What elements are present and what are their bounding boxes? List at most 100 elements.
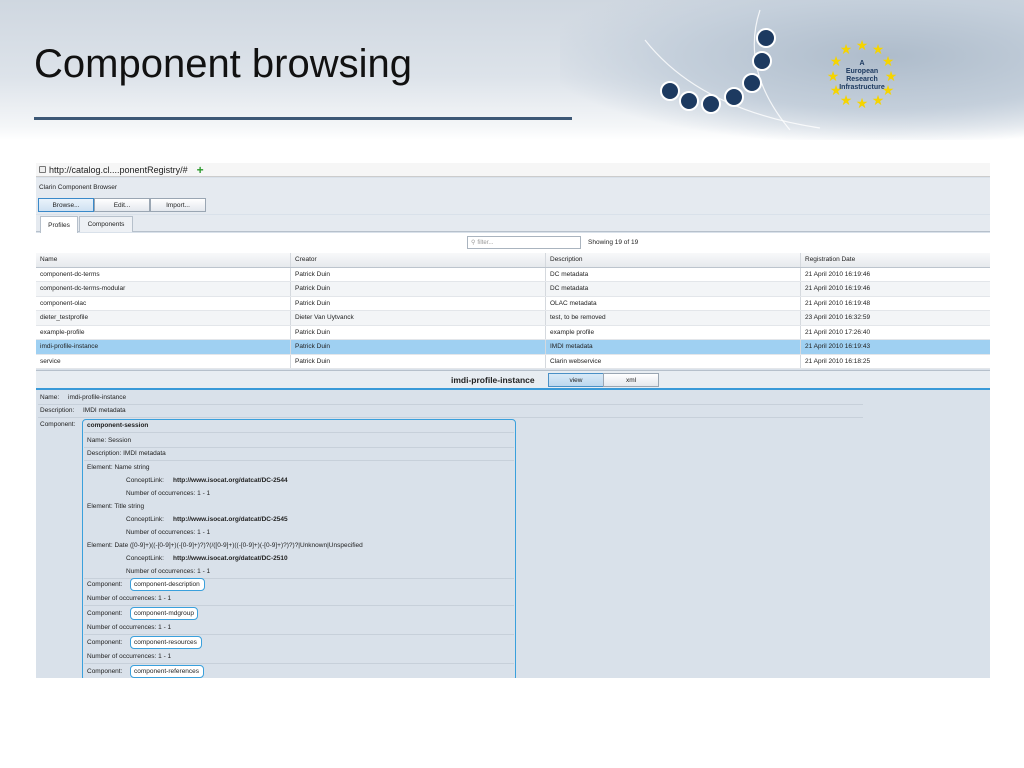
cell-creator: Patrick Duin [291,354,546,368]
title-underline [34,117,572,120]
selected-profile-name: imdi-profile-instance [451,375,535,385]
cell-name: imdi-profile-instance [36,340,291,354]
divider [38,404,863,405]
browser-screenshot: http://catalog.cl....ponentRegistry/# + … [36,163,990,678]
cell-description: DC metadata [546,282,801,296]
logo-line: Research [846,76,878,83]
cell-description: test, to be removed [546,311,801,325]
cell-description: OLAC metadata [546,296,801,310]
table-row[interactable]: dieter_testprofile Dieter Van Uytvanck t… [36,311,990,326]
element-occurrences: Number of occurrences: 1 - 1 [126,568,211,575]
column-header-creator[interactable]: Creator [291,253,546,267]
subcomponent-occurrences: Number of occurrences: 1 - 1 [87,653,172,660]
concept-link-url[interactable]: http://www.isocat.org/datcat/DC-2510 [173,555,288,562]
column-header-name[interactable]: Name [36,253,291,267]
toolbar: Browse... Edit... Import... [36,196,990,214]
cell-name: component-olac [36,296,291,310]
concept-link-url[interactable]: http://www.isocat.org/datcat/DC-2544 [173,477,288,484]
filter-input[interactable]: ⚲ filter... [467,236,581,249]
browse-button[interactable]: Browse... [38,198,94,212]
cell-date: 23 April 2010 16:32:59 [805,314,871,322]
element-heading: Element: Name string [87,464,150,471]
element-occurrences: Number of occurrences: 1 - 1 [126,529,211,536]
subcomponent-description-pill[interactable]: component-description [130,578,205,591]
divider [84,447,514,448]
logo-line: Infrastructure [839,84,885,91]
detail-component-label: Component: [40,421,76,428]
cell-creator: Patrick Duin [291,340,546,354]
table-row[interactable]: component-olac Patrick Duin OLAC metadat… [36,296,990,311]
subcomponent-resources-pill[interactable]: component-resources [130,636,202,649]
divider [84,663,514,664]
element-heading: Element: Title string [87,503,145,510]
cell-name: component-dc-terms [36,267,291,281]
tab-profiles[interactable]: Profiles [40,216,78,233]
concept-link-label: ConceptLink: [126,555,164,562]
subcomponent-mdgroup-pill[interactable]: component-mdgroup [130,607,198,620]
showing-count: Showing 19 of 19 [588,239,639,246]
cell-name: example-profile [36,325,291,339]
subcomponent-label: Component: [87,610,123,617]
cell-name: dieter_testprofile [36,311,291,325]
cell-creator: Patrick Duin [291,325,546,339]
table-row-selected[interactable]: imdi-profile-instance Patrick Duin IMDI … [36,340,990,355]
filter-placeholder: filter... [477,239,494,246]
table-row[interactable]: service Patrick Duin Clarin webservice 2… [36,354,990,369]
subcomponent-label: Component: [87,581,123,588]
subcomponent-references-pill[interactable]: component-references [130,665,204,678]
filter-row: ⚲ filter... Showing 19 of 19 [36,233,990,253]
cell-date: 21 April 2010 17:26:40 [805,328,871,336]
page-favicon-icon [39,166,46,173]
cell-description: IMDI metadata [546,340,801,354]
detail-name-label: Name: [40,394,60,401]
divider [84,634,514,635]
profile-detail-panel: Name: imdi-profile-instance Description:… [36,392,990,678]
europe-map-background [560,0,1024,140]
address-bar: http://catalog.cl....ponentRegistry/# + [36,163,990,177]
cell-date: 21 April 2010 16:19:43 [805,343,871,351]
concept-link-url[interactable]: http://www.isocat.org/datcat/DC-2545 [173,516,288,523]
app-title: Clarin Component Browser [39,183,118,191]
slide: ★ ★ ★ ★ ★ ★ ★ ★ ★ ★ ★ ★ A European Resea… [0,0,1024,768]
view-button[interactable]: view [548,373,604,387]
divider [84,432,514,433]
cell-creator: Patrick Duin [291,282,546,296]
view-splitter-bar: imdi-profile-instance view xml [36,370,990,390]
import-button[interactable]: Import... [150,198,206,212]
table-row[interactable]: component-dc-terms Patrick Duin DC metad… [36,267,990,282]
edit-button[interactable]: Edit... [94,198,150,212]
cell-name: service [36,354,291,368]
component-session-title: component-session [87,422,149,429]
cell-date: 21 April 2010 16:19:46 [805,270,871,278]
subcomponent-label: Component: [87,668,123,675]
cell-creator: Dieter Van Uytvanck [291,311,546,325]
search-icon: ⚲ [471,240,476,246]
cell-name: component-dc-terms-modular [36,282,291,296]
logo-line: European [845,68,879,75]
detail-name-value: imdi-profile-instance [68,394,127,401]
element-occurrences: Number of occurrences: 1 - 1 [126,490,211,497]
url-text[interactable]: http://catalog.cl....ponentRegistry/# [49,165,188,175]
cell-creator: Patrick Duin [291,296,546,310]
new-tab-icon[interactable]: + [197,163,204,177]
xml-button[interactable]: xml [603,373,659,387]
divider [84,605,514,606]
subcomponent-occurrences: Number of occurrences: 1 - 1 [87,595,172,602]
detail-description-value: IMDI metadata [83,407,126,414]
column-header-registration-date[interactable]: Registration Date [801,253,990,267]
logo-line: A [859,60,865,67]
cell-date: 21 April 2010 16:19:48 [805,299,871,307]
divider [38,417,863,418]
column-header-description[interactable]: Description [546,253,801,267]
slide-title: Component browsing [34,42,412,86]
component-inner-description: Description: IMDI metadata [87,450,166,457]
table-row[interactable]: component-dc-terms-modular Patrick Duin … [36,282,990,297]
tab-bar: Profiles Components [36,215,990,233]
subcomponent-label: Component: [87,639,123,646]
divider [84,460,514,461]
table-row[interactable]: example-profile Patrick Duin example pro… [36,325,990,340]
cell-description: example profile [546,325,801,339]
cell-creator: Patrick Duin [291,267,546,281]
cell-date: 21 April 2010 16:19:46 [805,285,871,293]
tab-components[interactable]: Components [79,216,133,232]
